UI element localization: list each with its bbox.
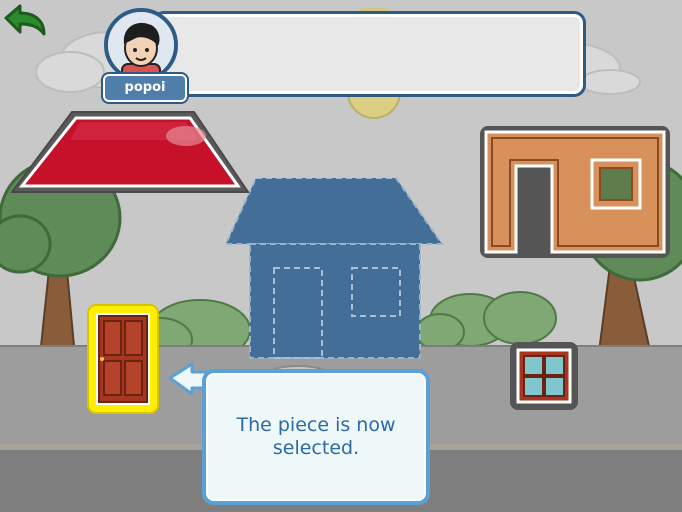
door-piece[interactable] — [86, 303, 160, 415]
tip-message: The piece is now selected. — [236, 414, 396, 459]
roof-piece[interactable] — [8, 108, 252, 198]
player-name: popoi — [103, 74, 187, 102]
avatar — [104, 8, 178, 82]
player-face-icon — [108, 12, 174, 78]
speech-text — [196, 26, 566, 76]
tip-popup[interactable]: The piece is now selected. — [202, 369, 430, 505]
back-arrow-icon — [4, 4, 46, 36]
wall-piece[interactable] — [478, 124, 672, 260]
window-piece[interactable] — [508, 340, 580, 412]
house-target-outline — [226, 178, 444, 359]
back-button[interactable] — [2, 2, 48, 40]
